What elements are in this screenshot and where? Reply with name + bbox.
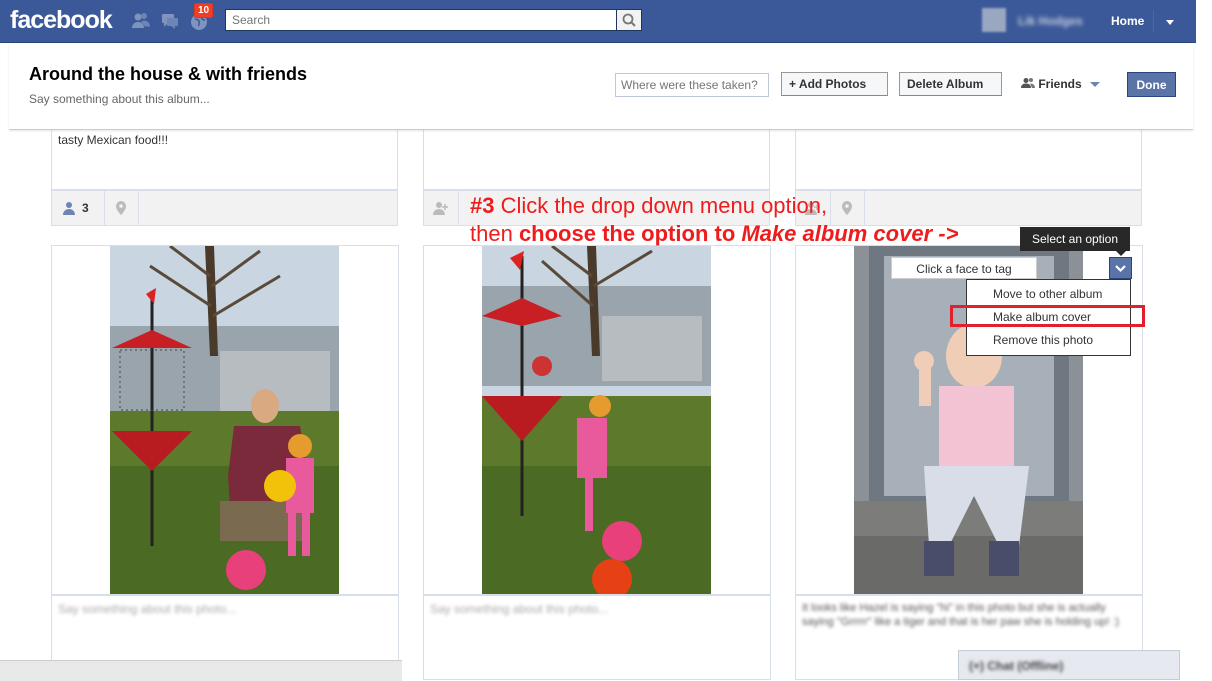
top-bar: facebook 10 Lik Hodges Home bbox=[0, 0, 1196, 43]
annotation-line2-italic: Make album cover -> bbox=[741, 221, 959, 246]
caption-text: tasty Mexican food!!! bbox=[58, 133, 169, 147]
profile-link[interactable]: Lik Hodges bbox=[978, 4, 1104, 38]
tag-people-button[interactable]: 3 bbox=[52, 191, 105, 225]
tooltip-arrow bbox=[1116, 251, 1126, 256]
friends-icon bbox=[1021, 78, 1035, 88]
tag-people-button[interactable] bbox=[424, 191, 459, 225]
person-icon bbox=[63, 202, 75, 215]
photo-dad-and-daughter[interactable] bbox=[110, 246, 339, 594]
add-tag-icon bbox=[433, 202, 448, 215]
messages-icon[interactable] bbox=[160, 11, 180, 31]
album-description-field[interactable]: Say something about this album... bbox=[29, 92, 210, 106]
home-link[interactable]: Home bbox=[1111, 14, 1144, 28]
delete-album-button[interactable]: Delete Album bbox=[899, 72, 1002, 96]
avatar bbox=[982, 8, 1006, 32]
search-button[interactable] bbox=[616, 9, 642, 31]
annotation-step: #3 bbox=[470, 193, 495, 218]
notification-count-badge: 10 bbox=[194, 3, 214, 18]
chevron-down-icon bbox=[1089, 82, 1100, 88]
privacy-label: Friends bbox=[1038, 77, 1082, 91]
friend-requests-icon[interactable] bbox=[131, 11, 151, 31]
photo-actions-bar: 3 bbox=[51, 190, 398, 226]
menu-item-remove-photo[interactable]: Remove this photo bbox=[993, 333, 1093, 347]
profile-name: Lik Hodges bbox=[1018, 14, 1083, 28]
caption-placeholder: Say something about this photo... bbox=[58, 602, 237, 616]
menu-item-move-to-other-album[interactable]: Move to other album bbox=[993, 287, 1102, 301]
add-location-button[interactable] bbox=[104, 191, 139, 225]
scrollbar[interactable] bbox=[1196, 0, 1212, 680]
done-button[interactable]: Done bbox=[1127, 72, 1176, 97]
click-face-to-tag-label[interactable]: Click a face to tag bbox=[891, 257, 1037, 279]
album-title[interactable]: Around the house & with friends bbox=[29, 64, 307, 85]
photo-caption-field[interactable]: Say something about this photo... bbox=[423, 595, 771, 680]
photo-caption-field[interactable] bbox=[423, 129, 770, 190]
location-input[interactable] bbox=[615, 73, 769, 97]
search-input[interactable] bbox=[225, 9, 617, 31]
privacy-selector[interactable]: Friends bbox=[1021, 77, 1100, 91]
select-option-tooltip: Select an option bbox=[1020, 227, 1130, 251]
caption-text: It looks like Hazel is saying "hi" in th… bbox=[802, 602, 1120, 628]
tutorial-annotation: #3 Click the drop down menu option, then… bbox=[470, 192, 958, 248]
annotation-line2-bold: choose the option to bbox=[518, 221, 742, 246]
tag-count: 3 bbox=[82, 201, 89, 215]
chat-label: (+) Chat (Offline) bbox=[969, 659, 1064, 673]
location-pin-icon bbox=[116, 201, 126, 215]
photo-caption-field[interactable]: tasty Mexican food!!! bbox=[51, 129, 398, 190]
account-menu-chevron-down-icon[interactable] bbox=[1166, 20, 1174, 25]
photo-options-dropdown-button[interactable] bbox=[1109, 257, 1132, 279]
add-photos-button[interactable]: + Add Photos bbox=[781, 72, 888, 96]
annotation-line1: Click the drop down menu option, bbox=[494, 193, 828, 218]
chevron-down-icon bbox=[1115, 265, 1126, 273]
nav-divider bbox=[1153, 10, 1154, 32]
facebook-logo[interactable]: facebook bbox=[10, 6, 113, 35]
photo-card bbox=[51, 245, 399, 595]
photo-girl-and-disc-golf-basket[interactable] bbox=[482, 246, 711, 594]
album-edit-header: Around the house & with friends Say some… bbox=[9, 43, 1193, 130]
annotation-highlight-box bbox=[950, 305, 1145, 327]
annotation-line2-prefix: then bbox=[470, 221, 519, 246]
photo-caption-field[interactable] bbox=[795, 129, 1142, 190]
photo-card bbox=[423, 245, 771, 595]
search-icon bbox=[622, 13, 636, 27]
browser-status-bar bbox=[0, 660, 402, 681]
chat-bar[interactable]: (+) Chat (Offline) bbox=[958, 650, 1180, 680]
caption-placeholder: Say something about this photo... bbox=[430, 602, 609, 616]
